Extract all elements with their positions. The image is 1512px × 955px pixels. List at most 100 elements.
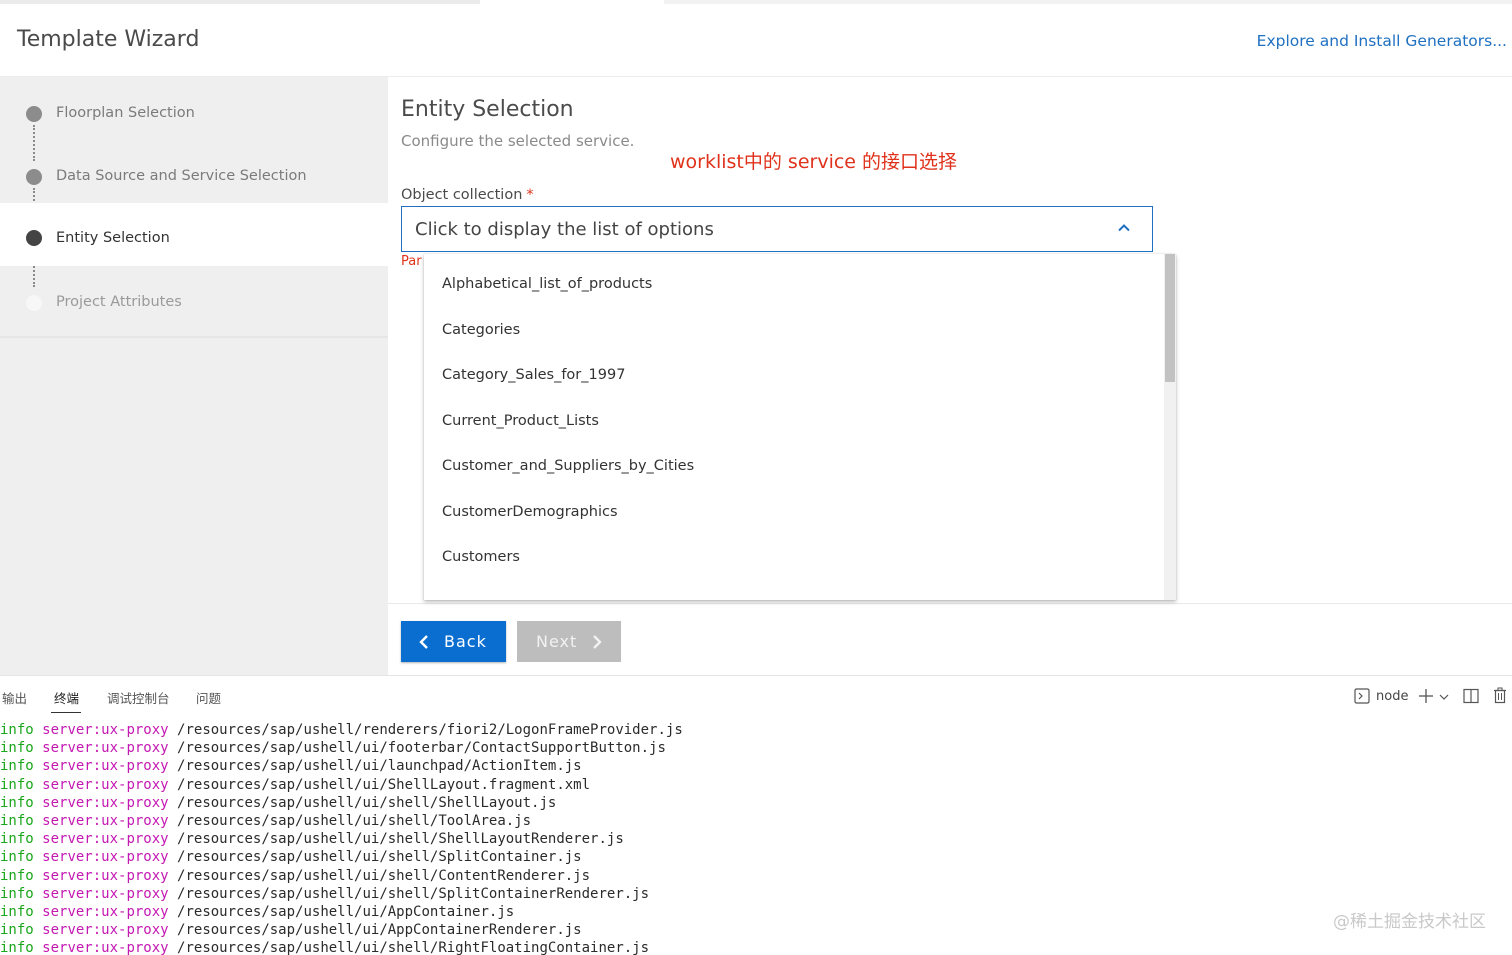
validation-message: Par [401, 254, 422, 269]
next-button-label: Next [536, 632, 578, 651]
log-path: /resources/sap/ushell/ui/shell/ShellLayo… [177, 831, 624, 848]
log-source: server:ux-proxy [42, 812, 169, 829]
log-source: server:ux-proxy [42, 831, 169, 848]
log-level: info [0, 940, 34, 955]
terminal-line: info server:ux-proxy /resources/sap/ushe… [0, 721, 1512, 739]
explore-generators-link[interactable]: Explore and Install Generators... [1257, 32, 1507, 50]
terminal-line: info server:ux-proxy /resources/sap/ushe… [0, 921, 1512, 939]
log-path: /resources/sap/ushell/ui/AppContainerRen… [177, 922, 582, 939]
tab-debug-console[interactable]: 调试控制台 [107, 688, 170, 707]
dropdown-scrollbar[interactable] [1164, 254, 1176, 600]
tab-terminal[interactable]: 终端 [54, 688, 79, 707]
terminal-icon [1354, 688, 1370, 704]
object-collection-select[interactable]: Click to display the list of options [401, 206, 1153, 252]
log-level: info [0, 812, 34, 829]
log-source: server:ux-proxy [42, 740, 169, 757]
page-title: Entity Selection [401, 97, 574, 122]
step-indicator-icon [26, 169, 42, 185]
terminal-line: info server:ux-proxy /resources/sap/ushe… [0, 939, 1512, 955]
chevron-right-icon [593, 635, 602, 649]
terminal-shell-name[interactable]: node [1376, 689, 1408, 704]
log-source: server:ux-proxy [42, 903, 169, 920]
log-level: info [0, 776, 34, 793]
log-level: info [0, 903, 34, 920]
option-label: CustomerDemographics [442, 504, 618, 520]
required-marker: * [526, 187, 534, 203]
terminal-line: info server:ux-proxy /resources/sap/ushe… [0, 739, 1512, 757]
log-source: server:ux-proxy [42, 922, 169, 939]
terminal-line: info server:ux-proxy /resources/sap/ushe… [0, 885, 1512, 903]
step-indicator-icon [26, 295, 42, 311]
sidebar-divider [0, 336, 388, 338]
split-panel-icon[interactable] [1463, 688, 1479, 704]
dropdown-option[interactable]: Category_Sales_for_1997 [424, 355, 1164, 400]
log-source: server:ux-proxy [42, 849, 169, 866]
dropdown-option[interactable]: Categories [424, 310, 1164, 355]
log-path: /resources/sap/ushell/ui/shell/RightFloa… [177, 940, 650, 955]
panel-tabs: 输出 终端 调试控制台 问题 node [0, 676, 1512, 716]
wizard-header: Template Wizard Explore and Install Gene… [0, 5, 1512, 77]
chevron-up-icon[interactable] [1114, 218, 1134, 238]
log-source: server:ux-proxy [42, 776, 169, 793]
back-button-label: Back [444, 632, 487, 651]
chevron-down-icon[interactable] [1439, 693, 1449, 701]
log-level: info [0, 740, 34, 757]
log-path: /resources/sap/ushell/ui/footerbar/Conta… [177, 740, 666, 757]
step-indicator-icon [26, 230, 42, 246]
terminal-line: info server:ux-proxy /resources/sap/ushe… [0, 903, 1512, 921]
dropdown-option[interactable]: Customer_and_Suppliers_by_Cities [424, 446, 1164, 491]
log-path: /resources/sap/ushell/renderers/fiori2/L… [177, 722, 683, 738]
log-level: info [0, 831, 34, 848]
step-project-attributes: Project Attributes [0, 272, 388, 335]
step-label: Project Attributes [56, 294, 182, 310]
watermark: @稀土掘金技术社区 [1333, 912, 1486, 932]
step-label: Entity Selection [56, 230, 170, 246]
log-source: server:ux-proxy [42, 940, 169, 955]
terminal-panel: 输出 终端 调试控制台 问题 node info server:ux-proxy… [0, 675, 1512, 955]
step-data-source-selection[interactable]: Data Source and Service Selection [0, 146, 388, 209]
option-label: Customers [442, 549, 520, 565]
step-label: Floorplan Selection [56, 105, 195, 121]
log-level: info [0, 885, 34, 902]
object-collection-dropdown[interactable]: Alphabetical_list_of_products Categories… [424, 254, 1176, 600]
log-level: info [0, 922, 34, 939]
step-floorplan-selection[interactable]: Floorplan Selection [0, 83, 388, 146]
log-path: /resources/sap/ushell/ui/shell/ContentRe… [177, 867, 591, 884]
log-path: /resources/sap/ushell/ui/shell/SplitCont… [177, 849, 582, 866]
back-button[interactable]: Back [401, 621, 506, 662]
log-source: server:ux-proxy [42, 867, 169, 884]
step-label: Data Source and Service Selection [56, 168, 307, 184]
option-label: Customer_and_Suppliers_by_Cities [442, 458, 695, 474]
top-strip-segment [664, 0, 1512, 4]
step-indicator-icon [26, 106, 42, 122]
terminal-output[interactable]: info server:ux-proxy /resources/sap/ushe… [0, 721, 1512, 955]
dropdown-option[interactable]: Alphabetical_list_of_products [424, 264, 1164, 309]
annotation-text: worklist中的 service 的接口选择 [670, 151, 958, 173]
log-path: /resources/sap/ushell/ui/launchpad/Actio… [177, 758, 582, 775]
log-source: server:ux-proxy [42, 794, 169, 811]
trash-icon[interactable] [1492, 687, 1508, 704]
option-label: Category_Sales_for_1997 [442, 367, 626, 383]
wizard-footer: Back Next [388, 603, 1512, 675]
tab-problems[interactable]: 问题 [196, 688, 221, 707]
dropdown-option[interactable]: CustomerDemographics [424, 492, 1164, 537]
dropdown-option[interactable]: Current_Product_Lists [424, 401, 1164, 446]
option-label: Alphabetical_list_of_products [442, 276, 653, 292]
terminal-line: info server:ux-proxy /resources/sap/ushe… [0, 776, 1512, 794]
plus-icon[interactable] [1418, 688, 1434, 704]
terminal-line: info server:ux-proxy /resources/sap/ushe… [0, 830, 1512, 848]
active-tab-indicator [51, 712, 81, 713]
tab-output[interactable]: 输出 [2, 688, 27, 707]
next-button: Next [517, 621, 621, 662]
chevron-left-icon [419, 635, 428, 649]
log-path: /resources/sap/ushell/ui/ShellLayout.fra… [177, 776, 591, 793]
terminal-line: info server:ux-proxy /resources/sap/ushe… [0, 757, 1512, 775]
scrollbar-thumb[interactable] [1165, 254, 1175, 382]
log-level: info [0, 867, 34, 884]
log-level: info [0, 758, 34, 775]
terminal-line: info server:ux-proxy /resources/sap/ushe… [0, 794, 1512, 812]
log-path: /resources/sap/ushell/ui/AppContainer.js [177, 903, 515, 920]
terminal-line: info server:ux-proxy /resources/sap/ushe… [0, 812, 1512, 830]
dropdown-option[interactable]: Customers [424, 537, 1164, 582]
step-entity-selection[interactable]: Entity Selection [0, 203, 388, 266]
